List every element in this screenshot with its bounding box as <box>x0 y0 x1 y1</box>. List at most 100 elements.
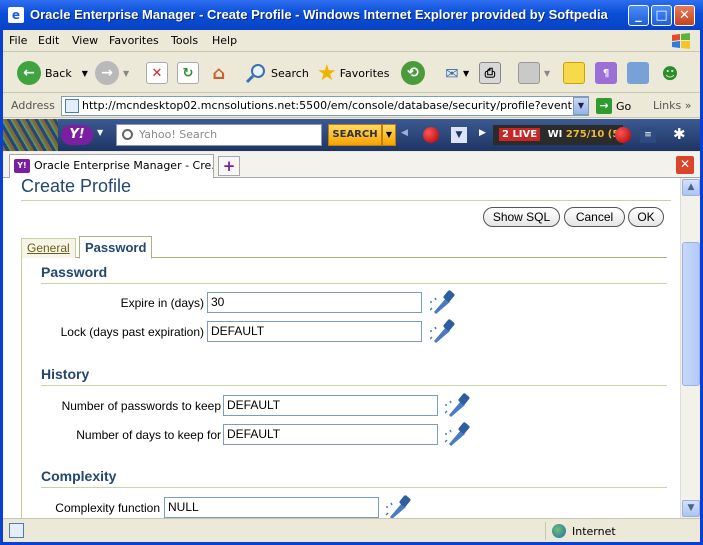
yahoo-search-button[interactable]: SEARCH <box>328 124 382 146</box>
flashlight-icon[interactable] <box>445 420 471 446</box>
note-icon <box>563 62 585 84</box>
menu-favorites[interactable]: Favorites <box>109 34 159 47</box>
complexity-function-input[interactable]: NULL <box>164 497 379 518</box>
yahoo-logo[interactable]: Y! <box>61 125 93 145</box>
favorites-button[interactable]: ★ Favorites <box>317 59 389 87</box>
page-status-icon <box>9 523 24 538</box>
num-passwords-label: Number of passwords to keep <box>61 399 221 413</box>
menu-help[interactable]: Help <box>212 34 237 47</box>
search-options-dropdown-icon[interactable]: ▼ <box>382 124 396 146</box>
mail-icon: ✉ <box>445 63 459 83</box>
security-zone: Internet <box>545 522 695 540</box>
print-icon: ⎙ <box>479 62 501 84</box>
refresh-button[interactable]: ↻ <box>177 59 199 87</box>
address-input[interactable]: http://mcndesktop02.mcnsolutions.net:550… <box>61 96 589 116</box>
scroll-left-icon[interactable]: ◀ <box>401 128 408 138</box>
search-button[interactable]: Search <box>245 59 309 87</box>
list-icon[interactable]: ≡ <box>640 127 656 143</box>
scroll-right-icon[interactable]: ▶ <box>479 128 486 138</box>
vertical-scrollbar[interactable]: ▲ ▼ <box>680 178 700 518</box>
maximize-button[interactable]: □ <box>651 5 672 26</box>
yahoo-toolbar: Y! ▼ Yahoo! Search SEARCH ▼ ◀ ▼ ▶ 2 LIVE… <box>3 119 700 151</box>
go-arrow-icon: → <box>596 98 612 114</box>
num-days-input[interactable]: DEFAULT <box>223 424 438 445</box>
address-dropdown-icon[interactable]: ▼ <box>573 97 589 115</box>
notes-button[interactable] <box>563 59 585 87</box>
navigation-toolbar: ← Back ▼ → ▼ ✕ ↻ ⌂ Search ★ Favorites ⟲ … <box>3 53 700 93</box>
forward-arrow-icon: → <box>95 61 119 85</box>
status-bar: Internet <box>3 518 700 542</box>
menu-bar: File Edit View Favorites Tools Help <box>3 30 700 52</box>
complexity-section-divider <box>41 487 667 488</box>
go-button[interactable]: → Go <box>596 97 631 115</box>
forward-dropdown-icon[interactable]: ▼ <box>123 69 129 78</box>
toolbar-artwork <box>3 119 58 151</box>
research-icon: ¶ <box>595 62 617 84</box>
title-divider <box>21 200 671 201</box>
scroll-down-icon[interactable]: ▼ <box>682 500 700 517</box>
show-sql-button[interactable]: Show SQL <box>483 207 560 227</box>
menu-file[interactable]: File <box>9 34 27 47</box>
yahoo-dropdown-icon[interactable]: ▼ <box>97 128 103 137</box>
menu-dropdown-icon[interactable]: ▼ <box>451 127 467 143</box>
cancel-button[interactable]: Cancel <box>564 207 625 227</box>
expire-days-input[interactable]: 30 <box>207 292 422 313</box>
tab-oracle-em[interactable]: Y! Oracle Enterprise Manager - Cre... <box>9 154 214 178</box>
password-section-divider <box>41 283 667 284</box>
edit-dropdown-icon[interactable]: ▼ <box>544 69 550 78</box>
links-button[interactable]: Links » <box>653 99 692 112</box>
menu-view[interactable]: View <box>72 34 98 47</box>
back-arrow-icon: ← <box>17 61 41 85</box>
lock-days-input[interactable]: DEFAULT <box>207 321 422 342</box>
close-tab-button[interactable]: ✕ <box>676 156 694 174</box>
mail-button[interactable]: ✉ ▼ <box>441 59 469 87</box>
history-section-divider <box>41 385 667 386</box>
new-tab-button[interactable]: + <box>218 156 240 176</box>
tab-password[interactable]: Password <box>79 236 153 259</box>
page-content: Create Profile Show SQL Cancel OK Genera… <box>3 178 680 518</box>
back-dropdown-icon[interactable]: ▼ <box>82 69 88 78</box>
flashlight-icon[interactable] <box>386 493 412 518</box>
profile-subtabs: General Password <box>21 236 667 259</box>
mail-dropdown-icon[interactable]: ▼ <box>463 69 469 78</box>
complexity-section-heading: Complexity <box>41 468 117 484</box>
tab-general[interactable]: General <box>21 238 76 258</box>
back-button[interactable]: ← Back ▼ <box>17 59 88 87</box>
tab-bar: Y! Oracle Enterprise Manager - Cre... + … <box>3 152 700 178</box>
ie-icon: e <box>8 7 24 23</box>
menu-tools[interactable]: Tools <box>171 34 198 47</box>
window-title: Oracle Enterprise Manager - Create Profi… <box>30 7 608 22</box>
home-button[interactable]: ⌂ <box>208 59 230 87</box>
magnifier-icon <box>122 129 133 140</box>
flashlight-icon[interactable] <box>445 391 471 417</box>
stop-button[interactable]: ✕ <box>146 59 168 87</box>
menu-edit[interactable]: Edit <box>38 34 59 47</box>
page-icon <box>65 99 79 113</box>
research-button[interactable]: ¶ <box>595 59 617 87</box>
title-bar: e Oracle Enterprise Manager - Create Pro… <box>0 0 703 30</box>
ok-button[interactable]: OK <box>628 207 664 227</box>
print-button[interactable]: ⎙ <box>479 59 501 87</box>
close-window-button[interactable]: ✕ <box>674 5 695 26</box>
cricket-ball-icon[interactable] <box>423 127 439 143</box>
edit-button[interactable]: ▼ <box>518 59 550 87</box>
num-days-label: Number of days to keep for <box>76 428 221 442</box>
yahoo-search-input[interactable]: Yahoo! Search <box>116 124 322 146</box>
forward-button[interactable]: → ▼ <box>95 59 129 87</box>
flashlight-icon[interactable] <box>430 317 456 343</box>
cricket-ball-icon-2[interactable] <box>615 127 631 143</box>
scroll-thumb[interactable] <box>682 242 700 386</box>
live-score-ticker[interactable]: 2 LIVE WI 275/10 (50) v <box>493 125 623 145</box>
messenger-button[interactable]: ☻ <box>659 59 681 87</box>
complexity-function-label: Complexity function <box>55 501 160 515</box>
address-bar: Address http://mcndesktop02.mcnsolutions… <box>3 94 700 118</box>
scroll-up-icon[interactable]: ▲ <box>682 179 700 196</box>
expire-days-label: Expire in (days) <box>120 296 204 310</box>
messenger-lookup-button[interactable] <box>627 59 649 87</box>
settings-gear-icon[interactable]: ✱ <box>673 125 686 143</box>
history-button[interactable]: ⟲ <box>401 59 429 87</box>
globe-icon <box>552 524 566 538</box>
flashlight-icon[interactable] <box>430 288 456 314</box>
minimize-button[interactable]: _ <box>628 5 649 26</box>
num-passwords-input[interactable]: DEFAULT <box>223 395 438 416</box>
